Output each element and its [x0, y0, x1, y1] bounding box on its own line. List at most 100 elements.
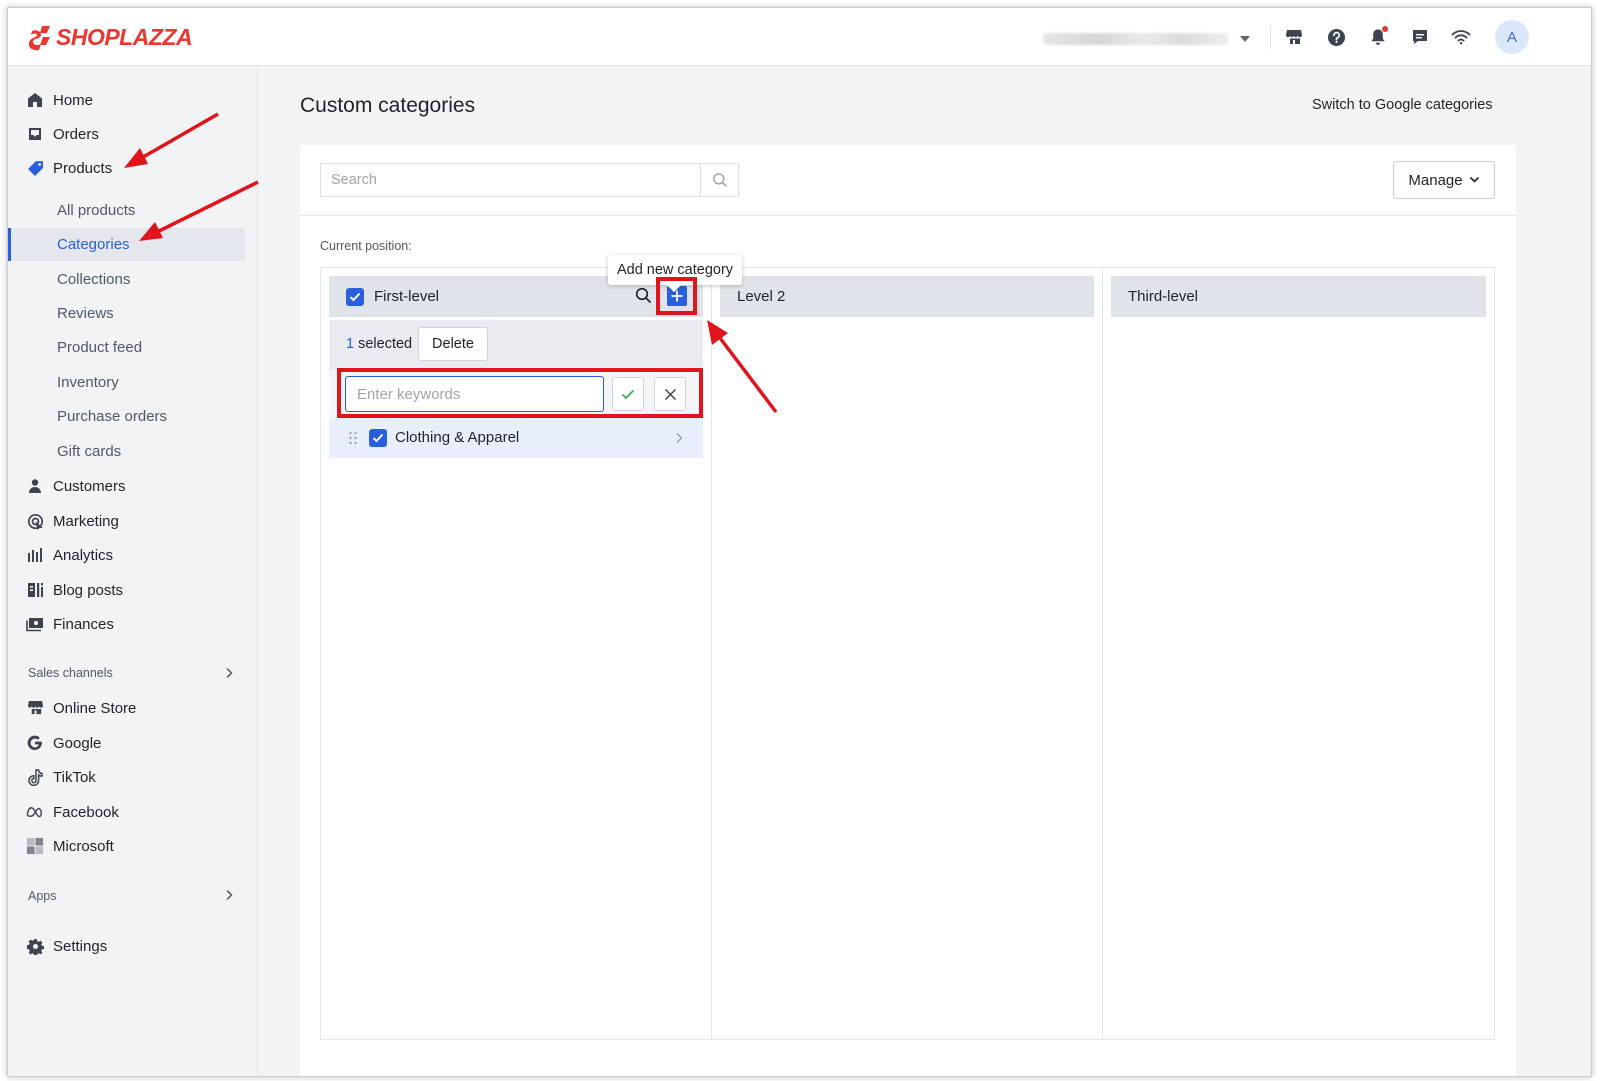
sidebar-item-label: Marketing: [53, 512, 119, 530]
category-label: Clothing & Apparel: [395, 429, 520, 446]
sidebar-item-online-store[interactable]: Online Store: [8, 692, 258, 724]
check-icon: [372, 433, 384, 443]
close-icon: [664, 388, 676, 400]
column-divider: [711, 268, 712, 1039]
sidebar-item-facebook[interactable]: Facebook: [8, 796, 258, 828]
chevron-right-icon[interactable]: [675, 432, 683, 444]
sidebar-sub-label: All products: [57, 202, 136, 219]
row-checkbox[interactable]: [369, 429, 387, 447]
sidebar-sub-collections[interactable]: Collections: [8, 263, 258, 296]
search-icon[interactable]: [635, 287, 652, 304]
search-input[interactable]: [321, 164, 700, 196]
category-columns: First-level Level 2 Third-level 1 select…: [320, 267, 1495, 1040]
list-item[interactable]: Clothing & Apparel: [329, 418, 703, 458]
wifi-icon[interactable]: [1449, 25, 1473, 49]
add-category-tooltip: Add new category: [608, 255, 742, 285]
help-icon[interactable]: [1324, 25, 1348, 49]
category-keyword-input[interactable]: [345, 376, 604, 412]
sidebar-item-marketing[interactable]: Marketing: [8, 505, 258, 537]
tag-icon: [26, 159, 44, 177]
sidebar-sub-label: Product feed: [57, 339, 143, 356]
orders-icon: [26, 125, 44, 143]
chevron-right-icon[interactable]: [224, 667, 234, 679]
manage-dropdown-button[interactable]: Manage: [1393, 161, 1495, 199]
select-all-checkbox[interactable]: [346, 288, 364, 306]
column-header-level-2: Level 2: [720, 276, 1094, 317]
selected-suffix: selected: [354, 336, 413, 352]
sidebar-item-label: Blog posts: [53, 581, 124, 599]
store-icon[interactable]: [1282, 25, 1306, 49]
confirm-button[interactable]: [612, 377, 644, 411]
app-window: SHOPLAZZA A Home Orders Products All pro…: [7, 7, 1592, 1077]
selection-bar: 1 selected Delete: [329, 320, 703, 370]
avatar[interactable]: A: [1495, 20, 1529, 54]
apps-label[interactable]: Apps: [28, 889, 57, 903]
meta-icon: [26, 803, 44, 821]
bell-icon[interactable]: [1366, 25, 1390, 49]
sidebar-sub-reviews[interactable]: Reviews: [8, 297, 258, 330]
categories-card: Manage Current position: First-level Lev…: [300, 145, 1516, 1076]
scrollbar[interactable]: [1583, 66, 1591, 1076]
cancel-button[interactable]: [654, 377, 686, 411]
sidebar-sub-inventory[interactable]: Inventory: [8, 366, 258, 399]
sidebar-sub-gift-cards[interactable]: Gift cards: [8, 435, 258, 468]
chat-icon[interactable]: [1408, 25, 1432, 49]
topbar-divider: [1270, 25, 1271, 49]
notification-dot: [1382, 26, 1388, 32]
sidebar-item-tiktok[interactable]: TikTok: [8, 761, 258, 793]
search-button[interactable]: [700, 164, 738, 196]
sidebar-item-label: Customers: [53, 477, 126, 495]
sidebar-item-finances[interactable]: Finances: [8, 608, 258, 640]
check-icon: [621, 389, 635, 399]
home-icon: [26, 91, 44, 109]
sidebar-item-label: Analytics: [53, 546, 114, 564]
sidebar-item-microsoft[interactable]: Microsoft: [8, 830, 258, 862]
sidebar-sub-label: Collections: [57, 271, 131, 288]
shoplazza-logo[interactable]: SHOPLAZZA: [28, 24, 193, 51]
sidebar-sub-label: Gift cards: [57, 443, 122, 460]
blog-icon: [26, 581, 44, 599]
sidebar-sub-label: Purchase orders: [57, 408, 168, 425]
marketing-icon: [26, 512, 44, 530]
search-box: [320, 163, 739, 197]
sidebar-item-label: Microsoft: [53, 837, 114, 855]
caret-down-icon: [1240, 36, 1250, 42]
column-title: Level 2: [737, 288, 786, 305]
check-icon: [349, 292, 361, 302]
store-icon: [26, 699, 44, 717]
sidebar-sub-categories[interactable]: Categories: [8, 228, 245, 261]
column-title: Third-level: [1128, 288, 1199, 305]
sidebar: Home Orders Products All products Catego…: [8, 66, 258, 1076]
logo-text: SHOPLAZZA: [56, 24, 193, 50]
drag-handle-icon[interactable]: [348, 431, 358, 445]
top-bar: SHOPLAZZA A: [8, 8, 1591, 66]
card-divider: [300, 215, 1516, 216]
sidebar-sub-label: Inventory: [57, 374, 119, 391]
sidebar-sub-product-feed[interactable]: Product feed: [8, 331, 258, 364]
analytics-icon: [26, 546, 44, 564]
switch-to-google-categories-link[interactable]: Switch to Google categories: [1312, 97, 1493, 113]
sidebar-sub-purchase-orders[interactable]: Purchase orders: [8, 400, 258, 433]
sidebar-sub-label: Categories: [57, 236, 130, 253]
tiktok-icon: [26, 768, 44, 786]
shoplazza-logo-icon: [28, 25, 50, 50]
sidebar-item-settings[interactable]: Settings: [8, 930, 258, 962]
sidebar-item-orders[interactable]: Orders: [8, 118, 258, 150]
manage-label: Manage: [1408, 171, 1463, 189]
sidebar-item-analytics[interactable]: Analytics: [8, 539, 258, 571]
delete-button[interactable]: Delete: [418, 327, 488, 361]
chevron-right-icon[interactable]: [224, 889, 234, 901]
sidebar-item-customers[interactable]: Customers: [8, 470, 258, 502]
sidebar-item-products[interactable]: Products: [8, 152, 258, 184]
search-icon: [712, 173, 727, 187]
sidebar-sub-all-products[interactable]: All products: [8, 194, 258, 227]
microsoft-icon: [26, 837, 44, 855]
store-selector[interactable]: [1043, 30, 1253, 48]
sidebar-item-label: Products: [53, 159, 113, 177]
sidebar-item-blog-posts[interactable]: Blog posts: [8, 574, 258, 606]
sidebar-item-home[interactable]: Home: [8, 84, 258, 116]
sidebar-item-label: Settings: [53, 937, 108, 955]
sales-channels-label[interactable]: Sales channels: [28, 666, 113, 680]
sidebar-item-google[interactable]: Google: [8, 727, 258, 759]
finances-icon: [26, 615, 44, 633]
